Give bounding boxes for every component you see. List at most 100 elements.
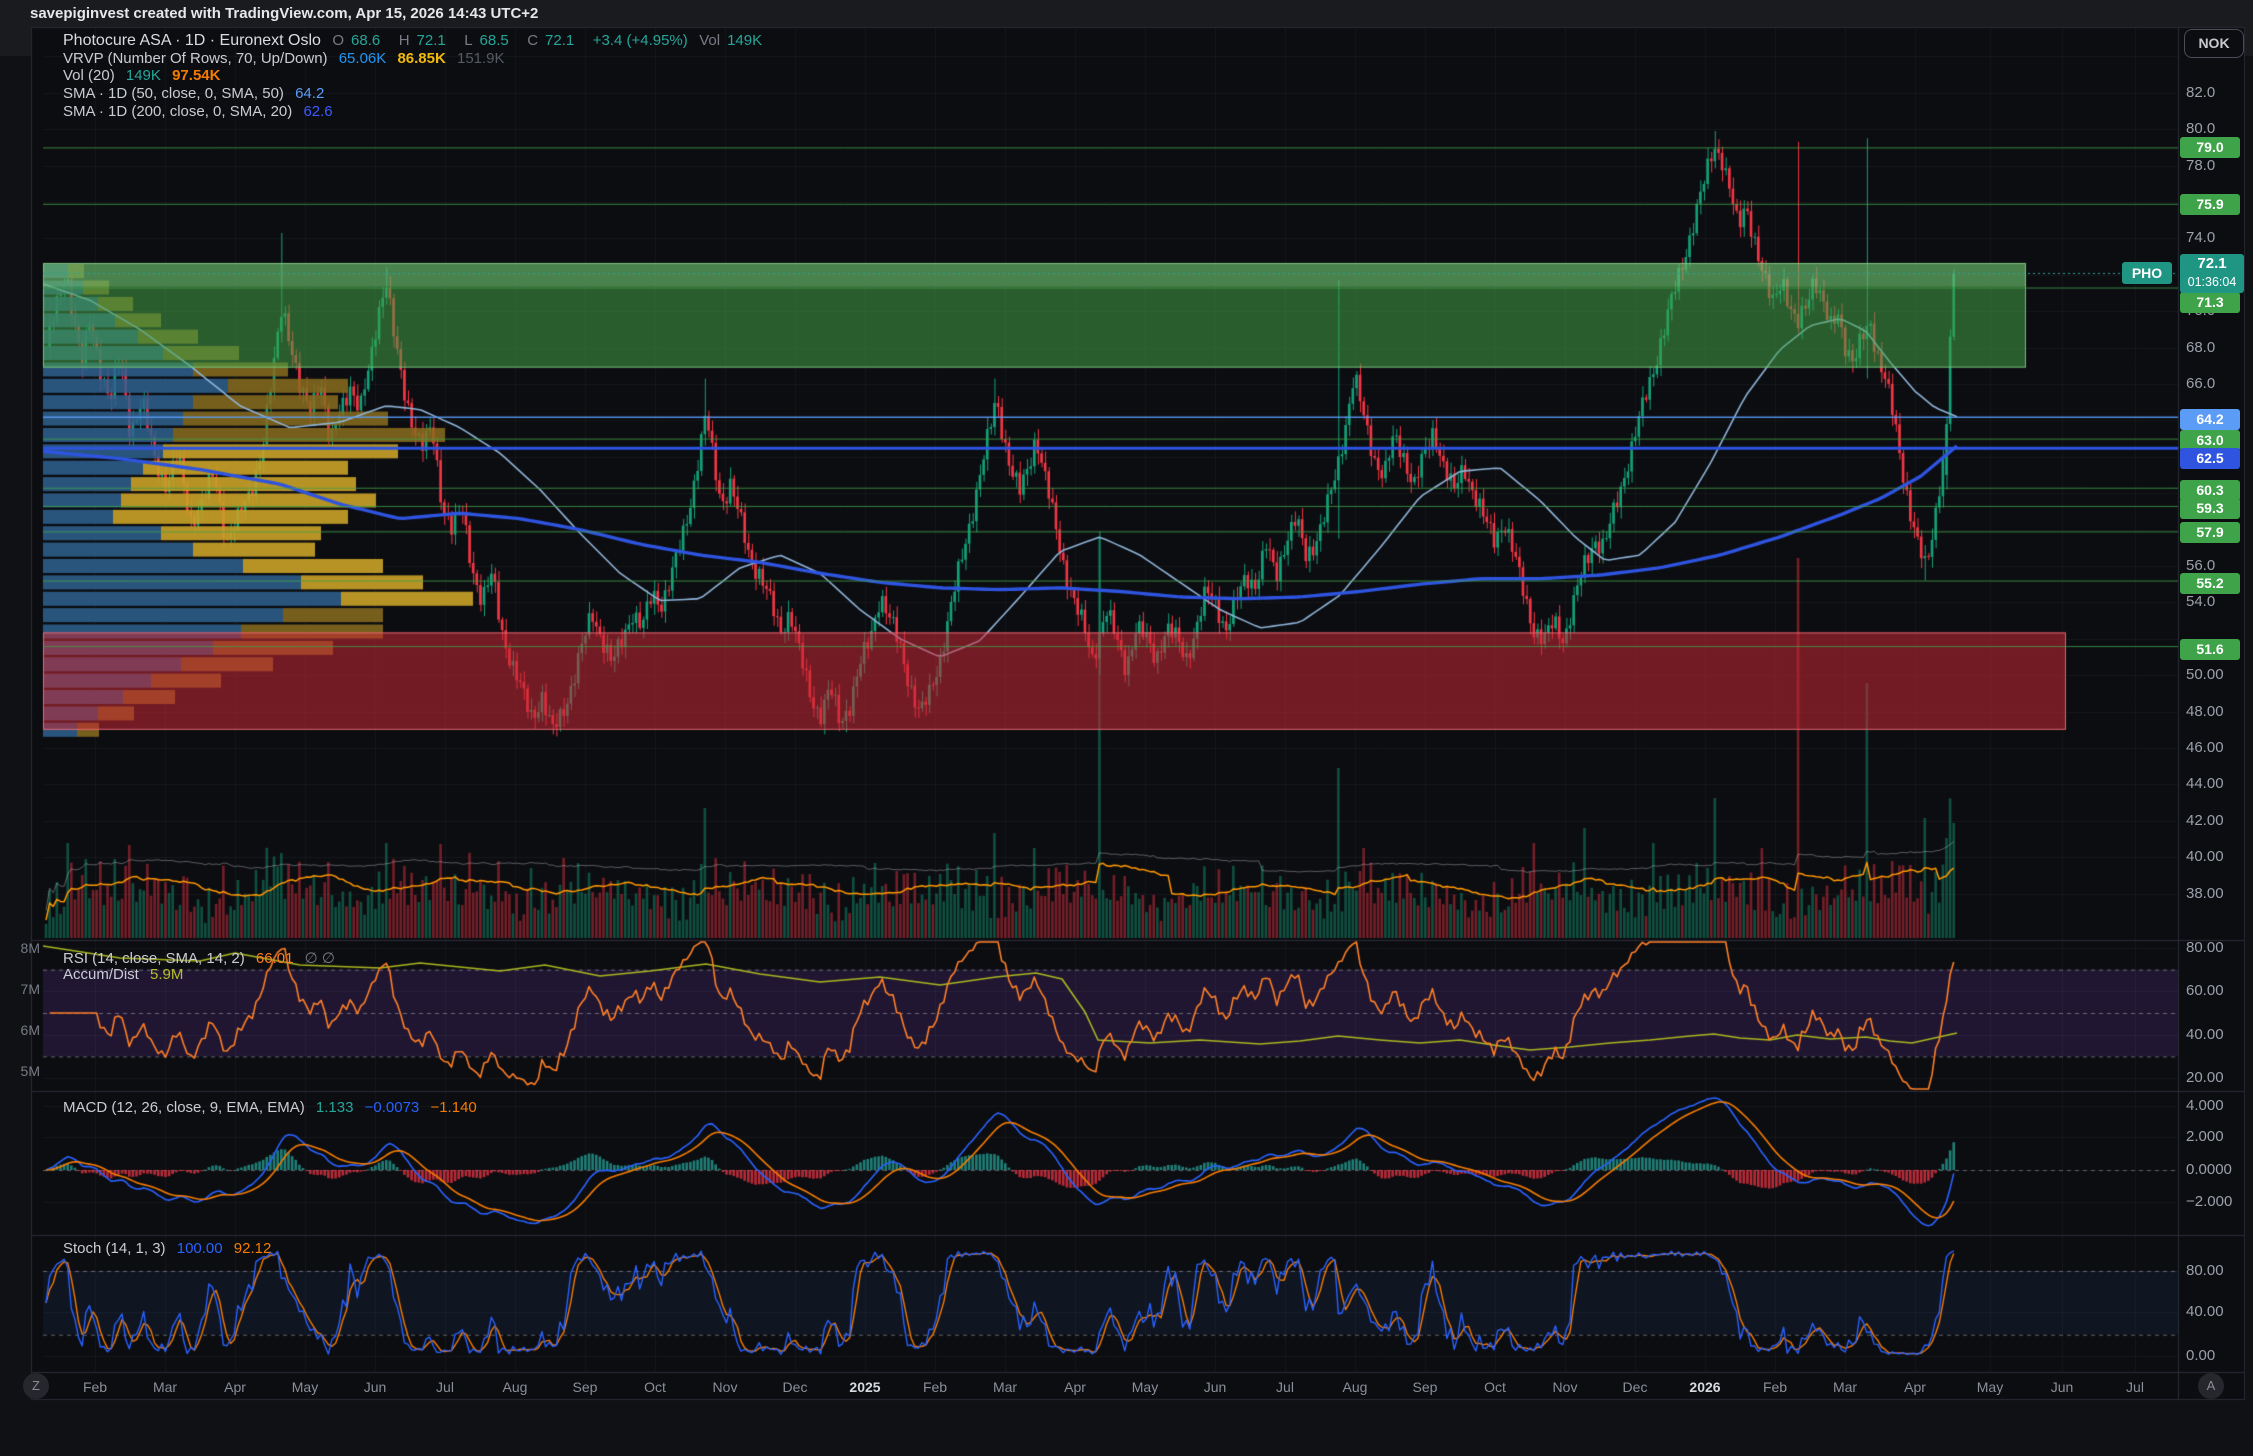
price-axis-tick: 68.0: [2186, 339, 2215, 356]
time-axis-label-Mar: Mar: [993, 1379, 1017, 1395]
macd-axis-tick: 0.0000: [2186, 1161, 2232, 1178]
time-axis-label-Oct: Oct: [644, 1379, 666, 1395]
sma200-legend-row[interactable]: SMA · 1D (200, close, 0, SMA, 20) 62.6: [63, 103, 340, 120]
ohlc-low-value: 68.5: [480, 32, 509, 49]
current-price-badge: 72.1 01:36:04: [2180, 254, 2244, 293]
price-level-badge-71.3: 71.3: [2180, 292, 2240, 313]
rsi-value: 66.01: [256, 950, 294, 967]
stoch-axis-tick: 40.00: [2186, 1303, 2224, 1320]
ohlc-close-value: 72.1: [545, 32, 574, 49]
price-level-badge-55.2: 55.2: [2180, 573, 2240, 594]
vrvp-down-value: 86.85K: [397, 50, 445, 67]
time-axis-label-Jul: Jul: [436, 1379, 454, 1395]
vrvp-up-value: 65.06K: [339, 50, 387, 67]
price-axis-tick: 46.00: [2186, 739, 2224, 756]
time-axis-label-Sep: Sep: [573, 1379, 598, 1395]
time-axis-label-Jul: Jul: [1276, 1379, 1294, 1395]
rsi-axis-tick: 40.00: [2186, 1026, 2224, 1043]
time-axis-label-Dec: Dec: [783, 1379, 808, 1395]
price-level-badge-79.0: 79.0: [2180, 137, 2240, 158]
time-axis-label-Apr: Apr: [224, 1379, 246, 1395]
price-axis-tick: 80.0: [2186, 120, 2215, 137]
price-level-badge-51.6: 51.6: [2180, 639, 2240, 660]
symbol-marker-badge: PHO: [2122, 262, 2172, 284]
price-axis-tick: 38.00: [2186, 885, 2224, 902]
vol20-name: Vol (20): [63, 67, 115, 84]
time-axis-label-Feb: Feb: [923, 1379, 947, 1395]
macd-legend-row[interactable]: MACD (12, 26, close, 9, EMA, EMA) 1.133 …: [63, 1099, 484, 1116]
ohlc-high-label: H: [399, 32, 410, 49]
stoch-axis-tick: 80.00: [2186, 1262, 2224, 1279]
sma50-legend-row[interactable]: SMA · 1D (50, close, 0, SMA, 50) 64.2: [63, 85, 331, 102]
change-value: +3.4 (+4.95%): [593, 32, 688, 49]
accdist-scale-label: 6M: [4, 1022, 40, 1038]
time-axis-label-Jun: Jun: [364, 1379, 387, 1395]
accdist-scale-label: 8M: [4, 940, 40, 956]
auto-scale-button[interactable]: A: [2198, 1373, 2224, 1399]
macd-signal-value: −1.140: [430, 1099, 476, 1116]
vrvp-name: VRVP (Number Of Rows, 70, Up/Down): [63, 50, 328, 67]
price-axis-tick: 40.00: [2186, 848, 2224, 865]
price-level-badge-62.5: 62.5: [2180, 448, 2240, 469]
price-axis-tick: 78.0: [2186, 157, 2215, 174]
currency-toggle-button[interactable]: NOK: [2184, 29, 2244, 58]
time-axis-label-Sep: Sep: [1413, 1379, 1438, 1395]
stoch-d-value: 92.12: [234, 1240, 272, 1257]
symbol-legend-row[interactable]: Photocure ASA · 1D · Euronext Oslo O68.6…: [63, 32, 776, 50]
tradingview-published-chart: savepiginvest created with TradingView.c…: [0, 0, 2253, 1456]
time-axis-label-Feb: Feb: [1763, 1379, 1787, 1395]
accdist-scale-label: 5M: [4, 1063, 40, 1079]
vol20-ma-value: 97.54K: [172, 67, 220, 84]
ohlc-close-label: C: [527, 32, 538, 49]
macd-name: MACD (12, 26, close, 9, EMA, EMA): [63, 1099, 305, 1116]
sma50-value: 64.2: [295, 85, 324, 102]
timezone-button[interactable]: Z: [23, 1373, 49, 1399]
vol-value: 149K: [727, 32, 762, 49]
time-axis-label-Mar: Mar: [1833, 1379, 1857, 1395]
bar-countdown: 01:36:04: [2180, 274, 2244, 290]
sma50-name: SMA · 1D (50, close, 0, SMA, 50): [63, 85, 284, 102]
price-axis-tick: 54.0: [2186, 593, 2215, 610]
symbol-title: Photocure ASA · 1D · Euronext Oslo: [63, 32, 321, 49]
price-axis-tick: 74.0: [2186, 229, 2215, 246]
accdist-value: 5.9M: [150, 966, 183, 983]
vol20-value: 149K: [126, 67, 161, 84]
stoch-legend-row[interactable]: Stoch (14, 1, 3) 100.00 92.12: [63, 1240, 278, 1257]
vrvp-total-value: 151.9K: [457, 50, 505, 67]
time-axis-label-Feb: Feb: [83, 1379, 107, 1395]
sma200-value: 62.6: [303, 103, 332, 120]
time-axis-label-Apr: Apr: [1904, 1379, 1926, 1395]
time-axis-label-Jun: Jun: [2051, 1379, 2074, 1395]
time-axis-label-Dec: Dec: [1623, 1379, 1648, 1395]
macd-axis-tick: −2.000: [2186, 1193, 2232, 1210]
time-axis-label-Nov: Nov: [1553, 1379, 1578, 1395]
macd-axis-tick: 4.000: [2186, 1097, 2224, 1114]
rsi-hidden-values: ∅ ∅: [305, 950, 335, 967]
macd-hist-value: 1.133: [316, 1099, 354, 1116]
time-axis-label-Nov: Nov: [713, 1379, 738, 1395]
price-level-badge-64.2: 64.2: [2180, 409, 2240, 430]
price-axis-tick: 56.0: [2186, 557, 2215, 574]
ohlc-open-value: 68.6: [351, 32, 380, 49]
price-axis-tick: 50.00: [2186, 666, 2224, 683]
chart-canvas[interactable]: [0, 0, 2253, 1456]
price-level-badge-75.9: 75.9: [2180, 194, 2240, 215]
volume-legend-row[interactable]: Vol (20) 149K 97.54K: [63, 67, 227, 84]
price-level-badge-57.9: 57.9: [2180, 522, 2240, 543]
time-axis-label-2026: 2026: [1689, 1379, 1720, 1395]
stoch-k-value: 100.00: [177, 1240, 223, 1257]
time-axis-label-May: May: [292, 1379, 318, 1395]
time-axis-label-May: May: [1132, 1379, 1158, 1395]
rsi-legend-row[interactable]: RSI (14, close, SMA, 14, 2) 66.01 ∅ ∅: [63, 949, 342, 967]
rsi-name: RSI (14, close, SMA, 14, 2): [63, 950, 245, 967]
accdist-legend-row[interactable]: Accum/Dist 5.9M: [63, 966, 190, 983]
rsi-axis-tick: 80.00: [2186, 939, 2224, 956]
vrvp-legend-row[interactable]: VRVP (Number Of Rows, 70, Up/Down) 65.06…: [63, 50, 512, 67]
rsi-axis-tick: 20.00: [2186, 1069, 2224, 1086]
price-axis-tick: 42.00: [2186, 812, 2224, 829]
time-axis-label-Jun: Jun: [1204, 1379, 1227, 1395]
time-axis-label-Jul: Jul: [2126, 1379, 2144, 1395]
ohlc-high-value: 72.1: [417, 32, 446, 49]
time-axis-label-Mar: Mar: [153, 1379, 177, 1395]
vol-label: Vol: [699, 32, 720, 49]
